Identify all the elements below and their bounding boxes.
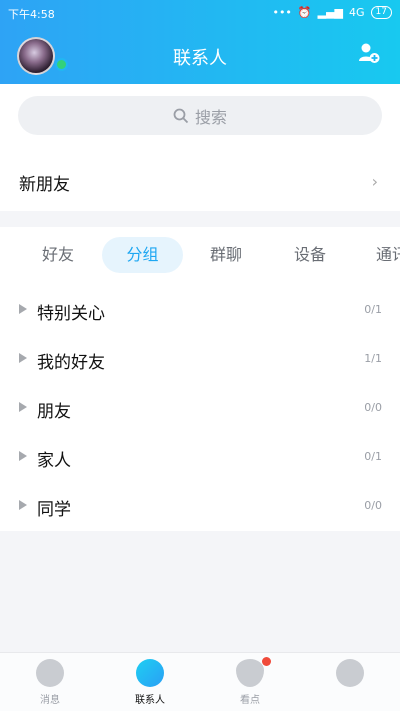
search-input[interactable]: 搜索 bbox=[18, 96, 382, 135]
nav-contacts[interactable]: 联系人 bbox=[100, 653, 200, 711]
group-count: 0/0 bbox=[364, 499, 382, 512]
notification-dot bbox=[262, 657, 271, 666]
nav-label: 看点 bbox=[240, 695, 260, 706]
search-placeholder: 搜索 bbox=[194, 107, 227, 127]
more-dots-icon: ••• bbox=[272, 6, 292, 19]
status-bar: 下午4:58 ••• ⏰ ▂▄▆ 4G 17 bbox=[8, 6, 392, 22]
status-icons: ••• ⏰ ▂▄▆ 4G 17 bbox=[272, 6, 392, 19]
contact-tabs: 好友 分组 群聊 设备 通讯录 bbox=[0, 237, 400, 275]
group-count: 1/1 bbox=[364, 352, 382, 365]
group-row[interactable]: 家人 0/1 bbox=[0, 434, 400, 483]
tab-groups[interactable]: 分组 bbox=[102, 237, 183, 273]
signal-icon: ▂▄▆ bbox=[317, 6, 344, 19]
expand-arrow-icon bbox=[19, 353, 27, 363]
group-name: 我的好友 bbox=[37, 353, 105, 373]
nav-messages[interactable]: 消息 bbox=[0, 653, 100, 711]
add-contact-icon[interactable] bbox=[358, 42, 380, 64]
nav-dynamic[interactable] bbox=[300, 653, 400, 711]
new-friends-label: 新朋友 bbox=[19, 175, 70, 195]
group-count: 0/0 bbox=[364, 401, 382, 414]
expand-arrow-icon bbox=[19, 402, 27, 412]
group-row[interactable]: 同学 0/0 bbox=[0, 483, 400, 532]
message-icon bbox=[36, 659, 64, 687]
dynamic-icon bbox=[336, 659, 364, 687]
group-name: 特别关心 bbox=[37, 304, 105, 324]
tab-devices[interactable]: 设备 bbox=[274, 237, 346, 273]
group-name: 朋友 bbox=[37, 402, 71, 422]
contacts-panel: 好友 分组 群聊 设备 通讯录 特别关心 0/1 我的好友 1/1 朋友 0/0… bbox=[0, 227, 400, 531]
nav-label: 联系人 bbox=[135, 695, 165, 706]
expand-arrow-icon bbox=[19, 500, 27, 510]
network-type: 4G bbox=[349, 6, 365, 19]
battery-level: 17 bbox=[370, 6, 392, 19]
header-bar: 下午4:58 ••• ⏰ ▂▄▆ 4G 17 联系人 bbox=[0, 0, 400, 84]
group-name: 家人 bbox=[37, 451, 71, 471]
alarm-icon: ⏰ bbox=[297, 6, 312, 19]
group-row[interactable]: 我的好友 1/1 bbox=[0, 336, 400, 385]
contacts-icon bbox=[136, 659, 164, 687]
tab-group-chats[interactable]: 群聊 bbox=[190, 237, 262, 273]
page-title: 联系人 bbox=[173, 48, 227, 69]
expand-arrow-icon bbox=[19, 304, 27, 314]
nav-watch[interactable]: 看点 bbox=[200, 653, 300, 711]
nav-label: 消息 bbox=[40, 695, 60, 706]
chevron-right-icon: › bbox=[371, 172, 378, 191]
tab-address-book[interactable]: 通讯录 bbox=[360, 237, 400, 273]
group-count: 0/1 bbox=[364, 303, 382, 316]
new-friends-row[interactable]: 新朋友 › bbox=[0, 151, 400, 211]
bottom-nav: 消息 联系人 看点 bbox=[0, 652, 400, 711]
status-time: 下午4:58 bbox=[8, 8, 55, 21]
expand-arrow-icon bbox=[19, 451, 27, 461]
eye-icon bbox=[236, 659, 264, 687]
tab-friends[interactable]: 好友 bbox=[22, 237, 94, 273]
group-row[interactable]: 特别关心 0/1 bbox=[0, 287, 400, 336]
search-section: 搜索 bbox=[0, 84, 400, 151]
group-count: 0/1 bbox=[364, 450, 382, 463]
search-icon bbox=[173, 108, 189, 123]
group-row[interactable]: 朋友 0/0 bbox=[0, 385, 400, 434]
group-name: 同学 bbox=[37, 500, 71, 520]
